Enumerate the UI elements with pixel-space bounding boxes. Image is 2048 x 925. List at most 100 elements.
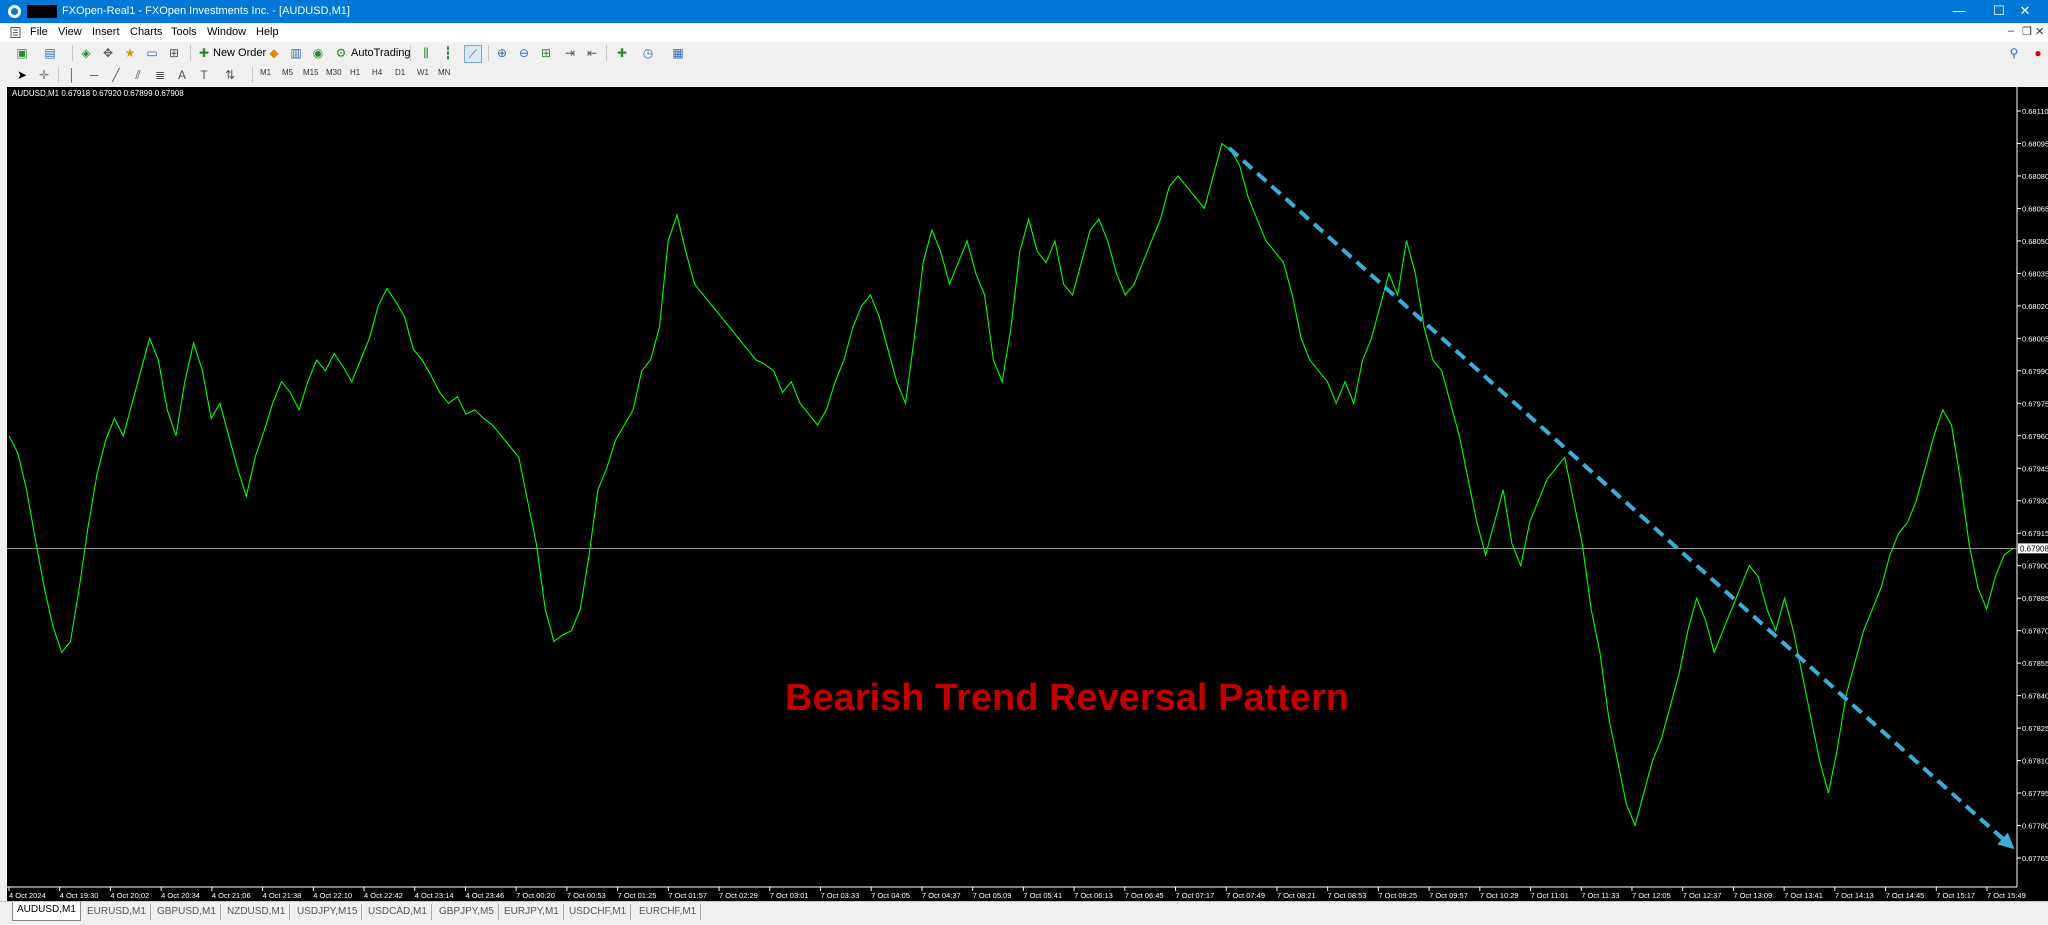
y-tick-label: 0.67810 [2022, 757, 2048, 766]
timeframe-m30[interactable]: M30 [326, 68, 342, 77]
vertical-line-icon[interactable]: │ [64, 67, 80, 83]
chart-shift-icon[interactable]: ⇥ [562, 45, 578, 61]
tab-gbpusd-m1[interactable]: GBPUSD,M1 [153, 904, 221, 920]
timeframe-mn[interactable]: MN [438, 68, 450, 77]
mdi-restore-icon[interactable]: ❐ [2022, 25, 2032, 38]
market-watch-icon[interactable]: ◈ [78, 45, 94, 61]
cursor-icon[interactable]: ➤ [14, 67, 30, 83]
tab-eurusd-m1[interactable]: EURUSD,M1 [83, 904, 151, 920]
text-icon[interactable]: A [174, 67, 190, 83]
chart-symbol-info: AUDUSD,M1 0.67918 0.67920 0.67899 0.6790… [12, 89, 184, 98]
menu-bar: File View Insert Charts Tools Window Hel… [0, 23, 2048, 42]
signals-icon[interactable]: ▥ [288, 45, 304, 61]
mdi-minimize-icon[interactable]: – [2008, 25, 2014, 37]
app-icon[interactable] [8, 5, 21, 18]
menu-help[interactable]: Help [256, 26, 279, 38]
x-tick-label: 7 Oct 09:25 [1378, 891, 1417, 900]
menu-insert[interactable]: Insert [92, 26, 120, 38]
bearish-trend-arrow[interactable] [1227, 146, 2015, 850]
autotrading-icon[interactable]: ⚙ [333, 45, 349, 61]
zoom-in-icon[interactable]: ⊕ [494, 45, 510, 61]
text-label-icon[interactable]: T [196, 67, 212, 83]
navigator-icon[interactable]: ★ [122, 45, 138, 61]
timeframe-m5[interactable]: M5 [282, 68, 293, 77]
tab-eurchf-m1[interactable]: EURCHF,M1 [635, 904, 702, 920]
current-price-label: 0.67908 [2020, 544, 2048, 553]
x-tick-label: 7 Oct 06:45 [1125, 891, 1164, 900]
terminal-icon[interactable]: ▭ [144, 45, 160, 61]
timeframe-d1[interactable]: D1 [395, 68, 405, 77]
y-tick-label: 0.68095 [2022, 139, 2048, 148]
x-tick-label: 4 Oct 2024 [9, 891, 46, 900]
y-tick-label: 0.67885 [2022, 594, 2048, 603]
redacted-account-block [27, 5, 57, 18]
arrows-icon[interactable]: ⇅ [222, 67, 238, 83]
separator [488, 45, 489, 61]
x-tick-label: 4 Oct 19:30 [60, 891, 99, 900]
x-tick-label: 7 Oct 01:25 [618, 891, 657, 900]
templates-icon[interactable]: ▦ [670, 45, 686, 61]
new-order-button[interactable]: New Order [213, 47, 266, 59]
y-tick-label: 0.68065 [2022, 204, 2048, 213]
periods-icon[interactable]: ◷ [640, 45, 656, 61]
title-bar: FXOpen-Real1 - FXOpen Investments Inc. -… [0, 0, 2048, 23]
tab-eurjpy-m1[interactable]: EURJPY,M1 [500, 904, 564, 920]
x-tick-label: 4 Oct 20:34 [161, 891, 200, 900]
channel-icon[interactable]: ⫽ [130, 67, 146, 83]
tab-usdjpy-m15[interactable]: USDJPY,M15 [293, 904, 363, 920]
menu-tools[interactable]: Tools [171, 26, 197, 38]
candlestick-icon[interactable]: ┇ [440, 45, 456, 61]
x-tick-label: 7 Oct 00:20 [516, 891, 555, 900]
timeframe-h1[interactable]: H1 [350, 68, 360, 77]
y-tick-label: 0.67915 [2022, 529, 2048, 538]
y-tick-label: 0.67765 [2022, 854, 2048, 863]
x-tick-label: 7 Oct 03:33 [820, 891, 859, 900]
separator [58, 67, 59, 83]
menu-window[interactable]: Window [207, 26, 246, 38]
metaeditor-icon[interactable]: ◆ [266, 45, 282, 61]
autotrading-button[interactable]: AutoTrading [351, 47, 411, 59]
mdi-close-icon[interactable]: ✕ [2035, 25, 2044, 38]
line-chart-icon[interactable]: ⟋ [464, 45, 482, 63]
timeframe-m1[interactable]: M1 [260, 68, 271, 77]
trendline-icon[interactable]: ╱ [108, 67, 124, 83]
indicators-icon[interactable]: ✚ [614, 45, 630, 61]
timeframe-w1[interactable]: W1 [417, 68, 429, 77]
x-tick-label: 7 Oct 15:49 [1987, 891, 2026, 900]
menu-view[interactable]: View [58, 26, 82, 38]
x-tick-label: 7 Oct 07:17 [1176, 891, 1215, 900]
horizontal-line-icon[interactable]: ─ [86, 67, 102, 83]
menu-file[interactable]: File [30, 26, 48, 38]
tab-usdcad-m1[interactable]: USDCAD,M1 [364, 904, 432, 920]
timeframe-m15[interactable]: M15 [303, 68, 319, 77]
market-icon[interactable]: ◉ [310, 45, 326, 61]
new-chart-icon[interactable]: ▣ [14, 45, 30, 61]
crosshair-icon[interactable]: ✛ [36, 67, 52, 83]
notification-icon[interactable]: ● [2030, 45, 2046, 61]
tab-audusd-m1[interactable]: AUDUSD,M1 [12, 902, 81, 921]
search-icon[interactable]: ⚲ [2006, 45, 2022, 61]
price-chart[interactable]: 0.68110 0.68095 0.68080 0.68065 0.68050 0.680… [7, 87, 2048, 901]
close-button[interactable]: ✕ [2002, 0, 2048, 23]
fibonacci-icon[interactable]: ≣ [152, 67, 168, 83]
bar-chart-icon[interactable]: ⫼ [418, 45, 434, 61]
data-window-icon[interactable]: ✥ [100, 45, 116, 61]
zoom-out-icon[interactable]: ⊖ [516, 45, 532, 61]
new-order-icon[interactable]: ✚ [196, 45, 212, 61]
autoscroll-icon[interactable]: ⇤ [584, 45, 600, 61]
y-tick-label: 0.68080 [2022, 172, 2048, 181]
tab-usdchf-m1[interactable]: USDCHF,M1 [565, 904, 632, 920]
x-tick-label: 7 Oct 03:01 [770, 891, 809, 900]
current-price-tag: 0.67908 [2018, 543, 2048, 554]
x-tick-label: 7 Oct 13:41 [1784, 891, 1823, 900]
tab-nzdusd-m1[interactable]: NZDUSD,M1 [223, 904, 291, 920]
tab-gbpjpy-m5[interactable]: GBPJPY,M5 [435, 904, 499, 920]
timeframe-h4[interactable]: H4 [372, 68, 382, 77]
strategy-tester-icon[interactable]: ⊞ [166, 45, 182, 61]
x-tick-label: 7 Oct 11:01 [1531, 891, 1569, 900]
profiles-icon[interactable]: ▤ [42, 45, 58, 61]
y-tick-label: 0.67780 [2022, 822, 2048, 831]
chart-window[interactable]: AUDUSD,M1 0.67918 0.67920 0.67899 0.6790… [7, 87, 2048, 901]
menu-charts[interactable]: Charts [130, 26, 162, 38]
tile-windows-icon[interactable]: ⊞ [538, 45, 554, 61]
